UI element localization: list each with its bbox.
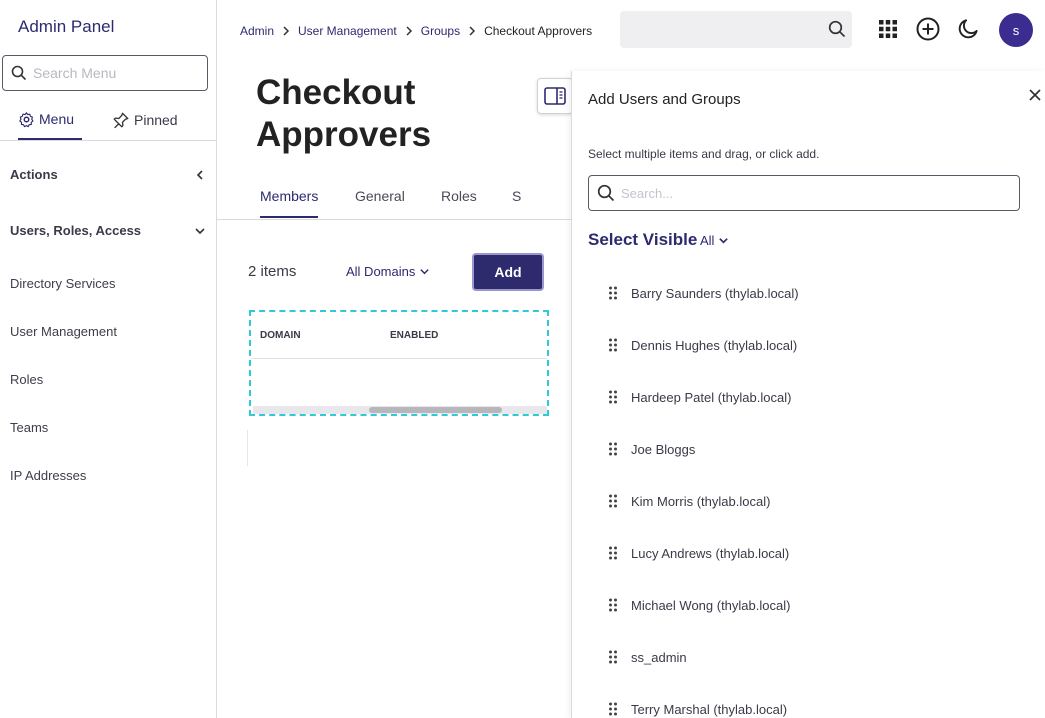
sidebar-item-roles[interactable]: Roles — [10, 372, 43, 387]
avatar[interactable]: s — [999, 13, 1033, 47]
sidebar-item-ip-addresses[interactable]: IP Addresses — [10, 468, 86, 483]
item-filter-label: All — [700, 233, 715, 248]
drag-handle-icon[interactable] — [608, 390, 620, 404]
drag-handle-icon[interactable] — [608, 598, 620, 612]
list-item[interactable]: Terry Marshal (thylab.local) — [608, 697, 787, 718]
sidebar-tab-menu[interactable]: Menu — [18, 100, 82, 140]
sidebar-item-teams[interactable]: Teams — [10, 420, 48, 435]
drag-handle-icon[interactable] — [608, 286, 620, 300]
breadcrumb-admin[interactable]: Admin — [240, 24, 274, 38]
list-item-label: Joe Bloggs — [631, 441, 696, 457]
list-item[interactable]: ss_admin — [608, 645, 687, 669]
list-item[interactable]: Michael Wong (thylab.local) — [608, 593, 790, 617]
list-item-label: Dennis Hughes (thylab.local) — [631, 337, 798, 353]
add-button[interactable]: Add — [472, 253, 544, 291]
chevron-right-icon — [282, 26, 290, 36]
drag-handle-icon[interactable] — [608, 650, 620, 664]
chevron-left-icon — [196, 169, 203, 180]
scrollbar-thumb[interactable] — [369, 407, 502, 413]
sidebar-tab-pinned-label: Pinned — [134, 112, 178, 128]
sidebar-item-directory-services[interactable]: Directory Services — [10, 276, 115, 291]
list-item-label: Hardeep Patel (thylab.local) — [631, 389, 792, 405]
tab-members[interactable]: Members — [260, 188, 319, 218]
grid-divider — [247, 430, 248, 466]
side-panel-icon — [544, 87, 566, 105]
list-item[interactable]: Joe Bloggs — [608, 437, 695, 461]
sidebar-section-actions[interactable]: Actions — [10, 167, 206, 182]
drag-handle-icon[interactable] — [608, 494, 620, 508]
grid-horizontal-scrollbar[interactable] — [253, 406, 547, 414]
search-icon[interactable] — [828, 20, 846, 38]
group-tabs: Members General Roles S — [217, 180, 572, 220]
sidebar-tabs: Menu Pinned — [0, 100, 216, 141]
list-item[interactable]: Lucy Andrews (thylab.local) — [608, 541, 789, 565]
list-item-label: Barry Saunders (thylab.local) — [631, 285, 799, 301]
apps-grid-icon[interactable] — [879, 20, 897, 38]
list-item-label: Terry Marshal (thylab.local) — [631, 701, 788, 717]
pin-icon — [113, 112, 129, 129]
list-item[interactable]: Hardeep Patel (thylab.local) — [608, 385, 791, 409]
drawer-search-input[interactable] — [621, 185, 1001, 201]
list-item[interactable]: Dennis Hughes (thylab.local) — [608, 333, 797, 357]
close-icon[interactable] — [1028, 88, 1042, 102]
sidebar-section-users-roles-access[interactable]: Users, Roles, Access — [10, 223, 206, 238]
breadcrumb-user-management[interactable]: User Management — [298, 24, 397, 38]
breadcrumb: Admin User Management Groups Checkout Ap… — [240, 24, 592, 38]
drawer-title: Add Users and Groups — [588, 91, 741, 108]
add-users-drawer: Add Users and Groups Select multiple ite… — [571, 71, 1045, 718]
domain-filter-label: All Domains — [346, 264, 416, 279]
item-filter-dropdown[interactable]: All — [700, 233, 729, 248]
moon-icon[interactable] — [957, 17, 980, 40]
tab-general[interactable]: General — [355, 188, 405, 204]
search-icon — [597, 184, 615, 202]
list-item[interactable]: Kim Morris (thylab.local) — [608, 489, 770, 513]
sidebar-section-actions-label: Actions — [10, 167, 58, 182]
drag-handle-icon[interactable] — [608, 338, 620, 352]
app-root: Admin Panel Menu Pinned Actions Users, R… — [0, 0, 1045, 718]
list-item-label: ss_admin — [631, 649, 687, 665]
members-grid: DOMAIN ENABLED — [249, 310, 549, 416]
gear-icon — [19, 111, 34, 127]
drag-handle-icon[interactable] — [608, 546, 620, 560]
grid-header: DOMAIN ENABLED — [251, 312, 547, 359]
column-header-enabled[interactable]: ENABLED — [390, 330, 438, 341]
tab-roles[interactable]: Roles — [441, 188, 477, 204]
chevron-down-icon — [420, 269, 430, 275]
search-icon — [11, 65, 27, 81]
panel-toggle-button[interactable] — [537, 78, 573, 114]
chevron-down-icon — [195, 227, 205, 234]
tab-more[interactable]: S — [512, 188, 521, 204]
list-item[interactable]: Barry Saunders (thylab.local) — [608, 281, 799, 305]
select-visible-link[interactable]: Select Visible — [588, 230, 697, 250]
menu-search-field[interactable] — [2, 55, 208, 91]
sidebar-tab-pinned[interactable]: Pinned — [112, 100, 178, 140]
breadcrumb-current: Checkout Approvers — [484, 24, 593, 38]
menu-search-input[interactable] — [33, 65, 193, 81]
global-search[interactable] — [620, 11, 852, 48]
sidebar: Admin Panel Menu Pinned Actions Users, R… — [0, 0, 217, 718]
drawer-search-field[interactable] — [588, 175, 1020, 211]
chevron-right-icon — [468, 26, 476, 36]
list-item-label: Michael Wong (thylab.local) — [631, 597, 791, 613]
domain-filter-dropdown[interactable]: All Domains — [346, 264, 430, 279]
add-circle-icon[interactable] — [916, 17, 940, 41]
list-item-label: Kim Morris (thylab.local) — [631, 493, 771, 509]
drawer-hint: Select multiple items and drag, or click… — [588, 147, 820, 161]
list-item-label: Lucy Andrews (thylab.local) — [631, 545, 790, 561]
page-title: Checkout Approvers — [256, 73, 432, 154]
breadcrumb-groups[interactable]: Groups — [421, 24, 460, 38]
chevron-down-icon — [719, 238, 729, 244]
member-count: 2 items — [248, 263, 297, 280]
drag-handle-icon[interactable] — [608, 702, 620, 716]
sidebar-tab-menu-label: Menu — [39, 111, 75, 127]
chevron-right-icon — [405, 26, 413, 36]
brand-title: Admin Panel — [18, 17, 115, 36]
sidebar-section-users-label: Users, Roles, Access — [10, 223, 142, 238]
column-header-domain[interactable]: DOMAIN — [260, 330, 301, 341]
sidebar-item-user-management[interactable]: User Management — [10, 324, 117, 339]
drag-handle-icon[interactable] — [608, 442, 620, 456]
